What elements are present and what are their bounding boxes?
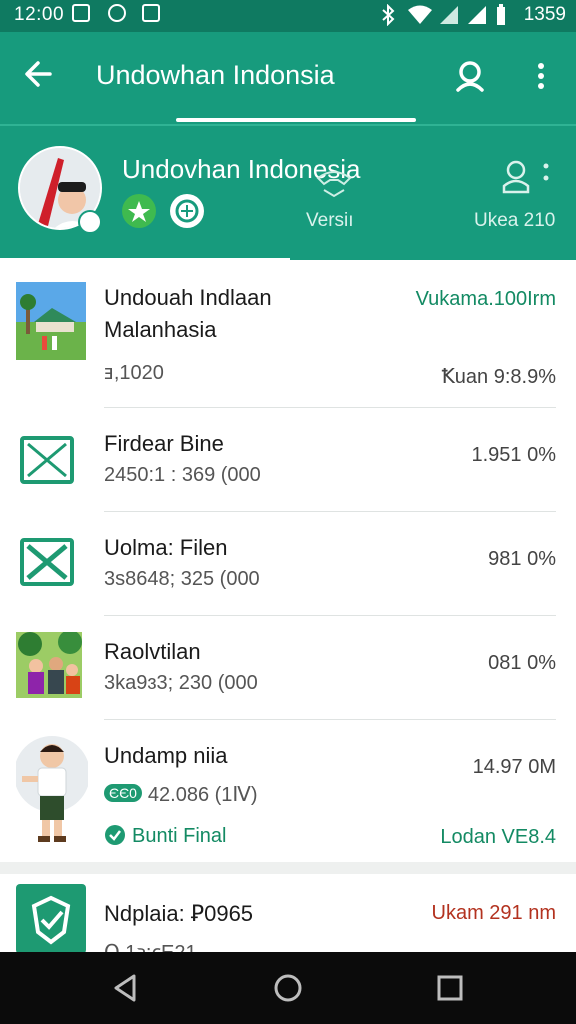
battery-icon [497, 4, 505, 25]
app-bar: Undowhan Indonsia [0, 32, 576, 124]
status-time: 12:00 [14, 4, 65, 25]
item-name: Undouah Indlaan Malanhasia [104, 285, 272, 342]
item-sub: 3ka9ɜ3; 230 (000 [104, 672, 258, 694]
item-name: Raolvtilan [104, 639, 201, 664]
more-vert-icon[interactable] [526, 56, 556, 96]
system-nav-bar [0, 952, 576, 1024]
item-value: 081 0% [488, 652, 556, 674]
emblem-badge-icon[interactable] [170, 194, 204, 228]
item-sub: 2450:1 : 369 (000 [104, 464, 261, 486]
status-bar: 12:00 1359 [0, 0, 576, 32]
item-chip: ЄЄ0 [104, 784, 142, 802]
item-sub: 3s8648; 325 (000 [104, 568, 260, 590]
section-separator [0, 862, 576, 874]
title-underline [176, 118, 416, 122]
search-icon[interactable] [452, 56, 492, 96]
ukea-label[interactable]: Ukea 210 [474, 210, 555, 232]
status-clock: 1359 [523, 4, 566, 25]
shield-check-icon [16, 884, 86, 954]
item-status-right[interactable]: Lodan VE8.4 [440, 826, 556, 849]
back-arrow-icon[interactable] [20, 54, 60, 94]
item-value: Ukam 291 nm [431, 902, 557, 924]
item-status: Bunti Final [104, 824, 227, 848]
child-illustration [16, 736, 88, 848]
nav-back-icon[interactable] [106, 968, 146, 1008]
versi-label[interactable]: Versiı [306, 210, 354, 232]
check-circle-icon [105, 825, 125, 845]
item-sub: ⱻ,1020 [104, 362, 164, 384]
gallery-icon [72, 4, 90, 22]
item-name: Uolma: Filen [104, 535, 228, 560]
bluetooth-icon [382, 4, 395, 26]
envelope-icon [20, 436, 74, 484]
list-item[interactable]: Undamp niia ЄЄ0 42.086 (1Ⅳ) 14.97 0M Bunt… [0, 720, 576, 862]
signal-icon-2 [468, 6, 486, 24]
music-icon [108, 4, 126, 22]
signal-icon [440, 6, 458, 24]
profile-header: Undovhan Indonesia Versiı Ukea 210 [0, 124, 576, 262]
item-name: Ndplaia: Ꝑ0965 [104, 901, 254, 926]
user-card-icon[interactable] [500, 158, 556, 198]
avatar-edit-badge[interactable] [78, 210, 102, 234]
item-name: Firdear Bine [104, 431, 224, 456]
item-value: 1.951 0% [471, 444, 556, 466]
item-sub: 42.086 (1Ⅳ) [147, 784, 258, 806]
list-item[interactable]: Firdear Bine 2450:1 : 369 (000 1.951 0% [0, 408, 576, 512]
item-value: 981 0% [488, 548, 556, 570]
monument-thumbnail [16, 282, 86, 360]
document-x-icon [20, 538, 74, 586]
item-value: 14.97 0M [472, 756, 556, 778]
list-item[interactable]: Raolvtilan 3ka9ɜ3; 230 (000 081 0% [0, 616, 576, 720]
list-item[interactable]: Ndplaia: Ꝑ0965 Ꝗ 1ꝛ:ꞔE21 Ukam 291 nm [0, 874, 576, 964]
item-name: Undamp niia [104, 743, 228, 768]
list-item[interactable]: Undouah Indlaan Malanhasia ⱻ,1020 Vukama… [0, 262, 576, 408]
phone-icon[interactable] [314, 168, 354, 198]
item-status-label: Bunti Final [132, 825, 227, 847]
list-item[interactable]: Uolma: Filen 3s8648; 325 (000 981 0% [0, 512, 576, 616]
nav-home-icon[interactable] [268, 968, 308, 1008]
app-title: Undowhan Indonsia [96, 60, 335, 90]
wifi-icon [408, 5, 432, 24]
star-badge-icon[interactable] [122, 194, 156, 228]
item-sub-row: ЄЄ0 42.086 (1Ⅳ) [104, 782, 258, 807]
item-value: Vukama.100Irm [415, 288, 556, 310]
group-photo-thumbnail [16, 632, 82, 698]
item-value-secondary: Ꝁuan 9:8.9% [441, 366, 556, 388]
chart-icon [142, 4, 160, 22]
nav-recents-icon[interactable] [430, 968, 470, 1008]
